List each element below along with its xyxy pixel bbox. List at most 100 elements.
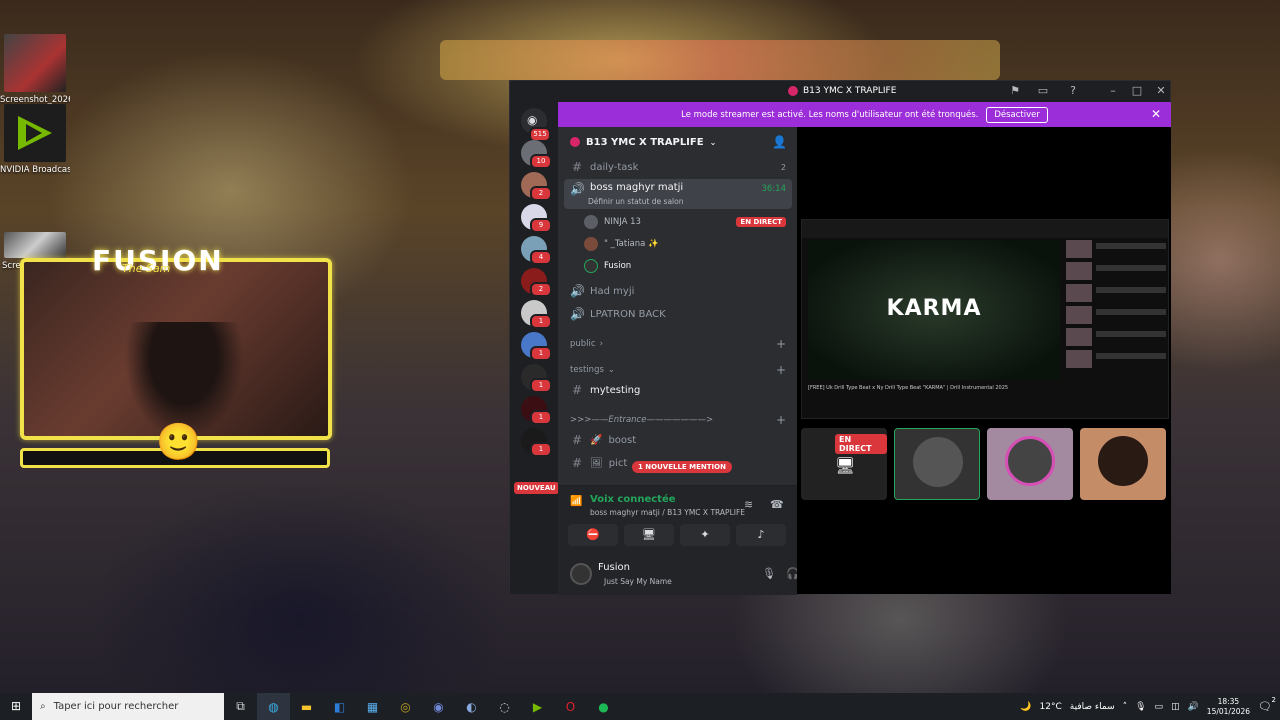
category-entrance[interactable]: >>>——Entrance———————> +: [570, 413, 790, 427]
server-badge: 1: [530, 378, 552, 393]
channel-daily-task[interactable]: # daily-task 2: [564, 157, 792, 177]
voice-user[interactable]: " _Tatiana ✨: [584, 235, 792, 253]
avatar[interactable]: [570, 563, 592, 585]
server-icon-2[interactable]: 2: [521, 172, 552, 201]
deactivate-button[interactable]: Désactiver: [986, 106, 1048, 123]
close-banner-icon[interactable]: ✕: [1151, 107, 1161, 121]
network-icon[interactable]: ◫: [1171, 702, 1180, 712]
voice-user[interactable]: Fusion: [584, 257, 792, 275]
invite-people-icon[interactable]: 👤: [772, 135, 787, 149]
minimize-icon[interactable]: –: [1106, 84, 1120, 98]
help-icon[interactable]: ?: [1066, 84, 1080, 98]
server-icon-1[interactable]: 10: [521, 140, 552, 169]
new-mention-pill[interactable]: 1 NOUVELLE MENTION: [632, 461, 732, 473]
soundboard-button[interactable]: ♪: [736, 524, 786, 546]
edge-icon[interactable]: ◍: [257, 693, 290, 720]
server-icon-8[interactable]: 1: [521, 364, 552, 393]
direct-messages-button[interactable]: ◉ 515: [521, 108, 551, 142]
channel-mytesting[interactable]: # mytesting: [564, 380, 792, 400]
window-title: B13 YMC X TRAPLIFE: [788, 86, 896, 96]
clock[interactable]: 18:35 15/01/2026: [1207, 697, 1250, 717]
desktop-icon-screenshot[interactable]: Screenshot_2026...: [0, 34, 70, 105]
category-public[interactable]: public › +: [570, 337, 790, 351]
stream-tile-live[interactable]: EN DIRECT 🖥: [801, 428, 887, 500]
server-icon-5[interactable]: 2: [521, 268, 552, 297]
spotify-icon[interactable]: ●: [587, 693, 620, 720]
weather-temp[interactable]: 12°C: [1040, 702, 1062, 712]
battery-icon[interactable]: ▭: [1155, 702, 1164, 712]
stream-main-video[interactable]: KARMA [FREE] Uk Drill Type Beat x Ny Dri…: [801, 219, 1169, 419]
server-icon-7[interactable]: 1: [521, 332, 552, 361]
picture-icon: 🖼: [590, 457, 603, 469]
discord-window: B13 YMC X TRAPLIFE ⚑ ▭ ? – □ ✕ Le mode s…: [509, 80, 1171, 595]
store-icon[interactable]: ▦: [356, 693, 389, 720]
server-icon-3[interactable]: 9: [521, 204, 552, 233]
live-badge: EN DIRECT: [736, 217, 786, 227]
chevron-up-icon[interactable]: ˄: [1123, 702, 1128, 712]
desktop-icon-label: NVIDIA Broadcast: [0, 165, 70, 175]
channel-active-voice[interactable]: 🔊 boss maghyr matji 36:14 Définir un sta…: [564, 179, 792, 209]
activities-button[interactable]: ✦: [680, 524, 730, 546]
share-screen-button[interactable]: 🖥: [624, 524, 674, 546]
server-badge: 1: [530, 410, 552, 425]
app-icon-1[interactable]: ◎: [389, 693, 422, 720]
desktop-icon-nvidia-broadcast[interactable]: NVIDIA Broadcast: [0, 104, 70, 175]
channel-boost[interactable]: # 🚀 boost: [564, 430, 792, 450]
voice-user-name: NINJA 13: [604, 217, 641, 227]
monitor-icon[interactable]: ▭: [1036, 84, 1050, 98]
steam-icon[interactable]: ◐: [455, 693, 488, 720]
voice-user[interactable]: NINJA 13 EN DIRECT: [584, 213, 792, 231]
windows-taskbar: ⊞ ⌕ Taper ici pour rechercher ⧉ ◍ ▬ ◧ ▦ …: [0, 693, 1280, 720]
inbox-flag-icon[interactable]: ⚑: [1008, 84, 1022, 98]
user-panel: Fusion Just Say My Name 🎙 🎧 ⚙: [558, 555, 820, 595]
nvidia-icon[interactable]: ▶: [521, 693, 554, 720]
username: Fusion: [598, 562, 630, 573]
outlook-icon[interactable]: ◧: [323, 693, 356, 720]
server-header[interactable]: B13 YMC X TRAPLIFE ⌄ 👤: [558, 127, 797, 157]
category-testings[interactable]: testings ⌄ +: [570, 363, 790, 377]
screen-thumbnail: [4, 232, 66, 258]
stream-tile-user[interactable]: [1080, 428, 1166, 500]
server-icon: [570, 137, 580, 147]
voice-user-name: " _Tatiana ✨: [604, 239, 659, 249]
channel-name: boss maghyr matji: [590, 182, 684, 193]
camera-off-button[interactable]: ⛔: [568, 524, 618, 546]
server-icon-6[interactable]: 1: [521, 300, 552, 329]
add-channel-icon[interactable]: +: [776, 337, 786, 351]
stream-tile-user[interactable]: [894, 428, 980, 500]
server-badge: 1: [530, 314, 552, 329]
noise-suppression-icon[interactable]: ≋: [744, 498, 753, 511]
channel-lpatron-back[interactable]: 🔊 LPATRON BACK: [564, 304, 792, 324]
opera-icon[interactable]: O: [554, 693, 587, 720]
text-channel-icon: #: [571, 383, 583, 397]
weather-text[interactable]: سماء صافية: [1070, 702, 1115, 712]
chevron-down-icon: ⌄: [709, 137, 717, 147]
microphone-icon[interactable]: 🎙: [762, 567, 776, 580]
channel-name: LPATRON BACK: [590, 308, 666, 320]
task-view-icon[interactable]: ⧉: [224, 693, 257, 720]
stream-tile-user[interactable]: [987, 428, 1073, 500]
server-icon-10[interactable]: 1: [521, 428, 552, 457]
file-explorer-icon[interactable]: ▬: [290, 693, 323, 720]
set-channel-status[interactable]: Définir un statut de salon: [588, 197, 683, 206]
chevron-down-icon: ⌄: [607, 365, 616, 375]
obs-icon[interactable]: ◌: [488, 693, 521, 720]
add-channel-icon[interactable]: +: [776, 363, 786, 377]
taskbar-search[interactable]: ⌕ Taper ici pour rechercher: [32, 693, 224, 720]
server-icon-4[interactable]: 4: [521, 236, 552, 265]
volume-icon[interactable]: 🔊: [1188, 702, 1199, 712]
discord-taskbar-icon[interactable]: ◉: [422, 693, 455, 720]
close-window-icon[interactable]: ✕: [1154, 84, 1168, 98]
channel-had-myji[interactable]: 🔊 Had myji: [564, 281, 792, 301]
microphone-icon[interactable]: 🎙: [1135, 702, 1146, 712]
start-windows-icon[interactable]: ⊞: [0, 693, 32, 720]
disconnect-icon[interactable]: ☎: [770, 498, 784, 511]
maximize-icon[interactable]: □: [1130, 84, 1144, 98]
new-servers-pill[interactable]: NOUVEAU: [514, 482, 559, 494]
voice-connected-title[interactable]: Voix connectée: [590, 494, 676, 505]
notifications-icon[interactable]: 🗨 2: [1258, 696, 1276, 713]
add-channel-icon[interactable]: +: [776, 413, 786, 427]
streamer-banner-text: Le mode streamer est activé. Les noms d'…: [681, 109, 979, 120]
server-icon-9[interactable]: 1: [521, 396, 552, 425]
voice-connected-channel[interactable]: boss maghyr matji / B13 YMC X TRAPLIFE: [590, 508, 745, 517]
